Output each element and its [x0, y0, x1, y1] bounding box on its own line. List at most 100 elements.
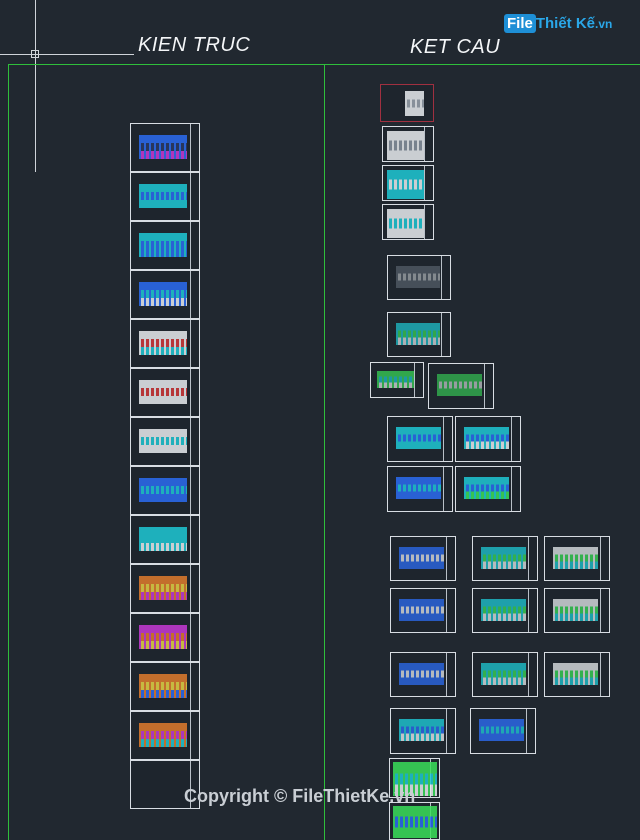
title-block	[190, 124, 199, 171]
sheet-drawing	[139, 233, 187, 257]
sheet-drawing	[481, 663, 526, 685]
ket-cau-column-sheet[interactable]	[470, 708, 536, 754]
sheet-drawing	[553, 547, 598, 569]
title-block	[528, 537, 537, 580]
crosshair-vertical-line	[35, 0, 36, 172]
sheet-drawing	[399, 719, 444, 741]
sheet-drawing	[139, 478, 187, 502]
ket-cau-slab-sheet[interactable]	[455, 466, 521, 512]
title-block	[484, 364, 493, 408]
kien-truc-sheet[interactable]	[130, 319, 200, 368]
title-block	[190, 663, 199, 710]
sheet-drawing	[399, 547, 444, 569]
title-block	[441, 313, 450, 356]
kien-truc-sheet[interactable]	[130, 662, 200, 711]
title-block	[446, 589, 455, 632]
title-block	[526, 709, 535, 753]
title-block	[190, 516, 199, 563]
sheet-drawing	[405, 91, 424, 116]
ket-cau-beam-sheet[interactable]	[544, 652, 610, 697]
kien-truc-sheet[interactable]	[130, 270, 200, 319]
ket-cau-beam-sheet[interactable]	[544, 588, 610, 633]
sheet-drawing	[464, 427, 509, 449]
ket-cau-foundation-sheet[interactable]	[387, 255, 451, 300]
kien-truc-sheet[interactable]	[130, 221, 200, 270]
ket-cau-notes-sheet[interactable]	[382, 126, 434, 162]
sheet-drawing	[387, 131, 424, 160]
ket-cau-beam-sheet[interactable]	[472, 588, 538, 633]
cad-model-space[interactable]: KIEN TRUC KET CAU File Thiết Kế.vn Copyri…	[0, 0, 640, 840]
copyright-watermark: Copyright © FileThietKe.vn	[184, 786, 416, 806]
sheet-drawing	[387, 170, 424, 199]
ket-cau-cover-sheet[interactable]	[380, 84, 434, 122]
title-block	[446, 653, 455, 696]
title-block	[190, 712, 199, 759]
title-block	[443, 417, 452, 461]
logo-part-vn: .vn	[595, 17, 613, 31]
ket-cau-notes-sheet[interactable]	[382, 204, 434, 240]
sheet-drawing	[437, 374, 482, 396]
sheet-drawing	[553, 663, 598, 685]
ket-cau-schedule-sheet[interactable]	[389, 802, 440, 840]
sheet-drawing	[479, 719, 524, 741]
ket-cau-beam-sheet[interactable]	[472, 536, 538, 581]
kien-truc-sheet[interactable]	[130, 123, 200, 172]
kien-truc-sheet[interactable]	[130, 466, 200, 515]
title-block	[424, 166, 433, 200]
kien-truc-sheet[interactable]	[130, 711, 200, 760]
ket-cau-beam-sheet[interactable]	[390, 536, 456, 581]
title-block	[443, 467, 452, 511]
sheet-drawing	[139, 135, 187, 159]
ket-cau-slab-sheet[interactable]	[387, 416, 453, 462]
title-block	[600, 537, 609, 580]
sheet-drawing	[139, 576, 187, 600]
sheet-drawing	[481, 547, 526, 569]
kien-truc-sheet[interactable]	[130, 564, 200, 613]
ket-cau-beam-sheet[interactable]	[544, 536, 610, 581]
title-block	[190, 222, 199, 269]
crosshair-pickbox	[31, 50, 39, 58]
sheet-drawing	[139, 429, 187, 453]
ket-cau-detail-sheet[interactable]	[370, 362, 424, 398]
logo-part-file: File	[504, 14, 536, 33]
title-block	[190, 369, 199, 416]
ket-cau-beam-sheet[interactable]	[390, 588, 456, 633]
ket-cau-notes-sheet[interactable]	[382, 165, 434, 201]
section-title-kien-truc: KIEN TRUC	[138, 34, 251, 56]
title-block	[528, 589, 537, 632]
sheet-drawing	[481, 599, 526, 621]
title-block	[414, 363, 423, 397]
sheet-drawing	[139, 723, 187, 747]
title-block	[190, 418, 199, 465]
kien-truc-sheet[interactable]	[130, 368, 200, 417]
title-block	[190, 467, 199, 514]
title-block	[600, 589, 609, 632]
title-block	[190, 565, 199, 612]
title-block	[441, 256, 450, 299]
kien-truc-sheet[interactable]	[130, 417, 200, 466]
title-block	[424, 205, 433, 239]
sheet-drawing	[139, 674, 187, 698]
ket-cau-beam-sheet[interactable]	[472, 652, 538, 697]
title-block	[528, 653, 537, 696]
title-block	[446, 709, 455, 753]
sheet-drawing	[396, 477, 441, 499]
section-title-ket-cau: KET CAU	[410, 36, 501, 58]
title-block	[446, 537, 455, 580]
kien-truc-sheet[interactable]	[130, 515, 200, 564]
sheet-drawing	[139, 527, 187, 551]
ket-cau-detail-sheet[interactable]	[428, 363, 494, 409]
ket-cau-beam-sheet[interactable]	[390, 652, 456, 697]
ket-cau-slab-sheet[interactable]	[455, 416, 521, 462]
ket-cau-slab-sheet[interactable]	[387, 466, 453, 512]
ket-cau-foundation-sheet[interactable]	[387, 312, 451, 357]
sheet-drawing	[396, 266, 440, 288]
sheet-drawing	[139, 331, 187, 355]
sheet-drawing	[396, 323, 440, 345]
kien-truc-sheet[interactable]	[130, 172, 200, 221]
sheet-drawing	[387, 209, 424, 238]
filethietke-logo: File Thiết Kế.vn	[504, 14, 612, 33]
title-block	[190, 173, 199, 220]
ket-cau-column-sheet[interactable]	[390, 708, 456, 754]
kien-truc-sheet[interactable]	[130, 613, 200, 662]
